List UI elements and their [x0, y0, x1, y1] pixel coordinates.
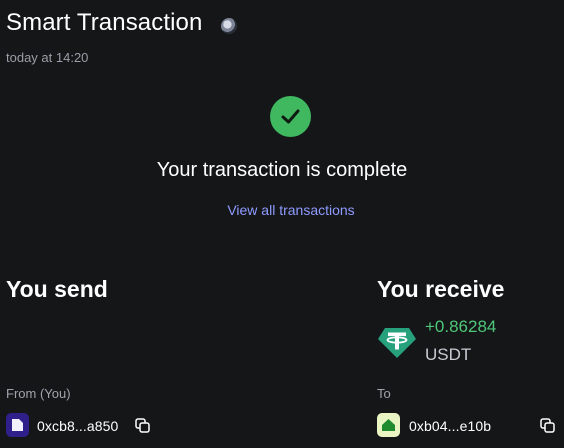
from-label: From (You)	[6, 386, 71, 401]
to-address: 0xb04...e10b	[409, 418, 492, 434]
network-logo-icon	[221, 18, 237, 34]
transaction-timestamp: today at 14:20	[6, 50, 89, 65]
to-label: To	[377, 386, 391, 401]
from-avatar	[6, 413, 29, 437]
copy-from-address-icon[interactable]	[135, 418, 150, 433]
copy-to-address-icon[interactable]	[540, 418, 555, 433]
check-circle-icon	[270, 96, 311, 137]
you-receive-heading: You receive	[377, 276, 505, 302]
receive-token-symbol: USDT	[425, 345, 472, 364]
receive-amount: +0.86284	[425, 317, 497, 336]
tether-usdt-icon	[377, 321, 417, 361]
page-title: Smart Transaction	[6, 9, 203, 36]
you-send-heading: You send	[6, 276, 108, 302]
completion-message: Your transaction is complete	[156, 159, 408, 181]
to-avatar	[377, 413, 400, 437]
from-address: 0xcb8...a850	[37, 418, 119, 434]
view-all-transactions-link[interactable]: View all transactions	[0, 202, 564, 218]
